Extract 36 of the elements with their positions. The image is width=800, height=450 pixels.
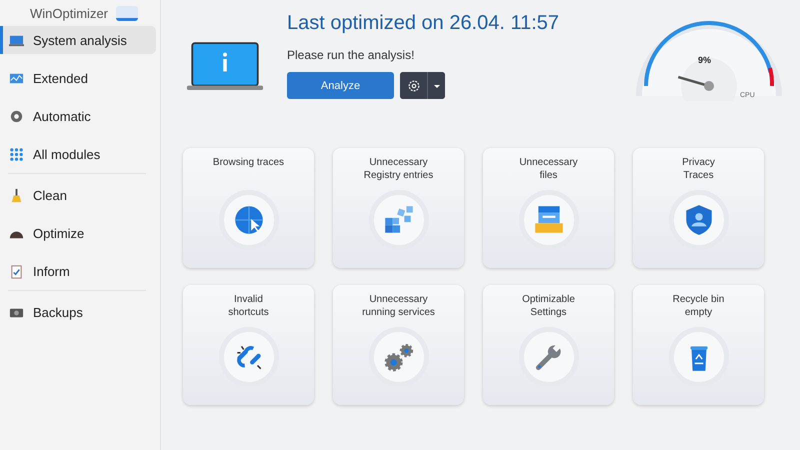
tile-title: Recycle bin empty <box>672 293 724 319</box>
gear-icon <box>9 108 24 124</box>
analyze-button[interactable]: Analyze <box>287 72 394 99</box>
tile-title: Browsing traces <box>212 156 284 170</box>
sidebar-item[interactable]: Extended <box>0 64 156 92</box>
sidebar-item[interactable]: Clean <box>0 181 156 209</box>
module-tile[interactable]: Unnecessary files <box>483 148 614 268</box>
sidebar-item[interactable]: Optimize <box>0 219 156 247</box>
cpu-reading: 9% <box>698 55 712 65</box>
settings-icon <box>406 78 420 92</box>
module-tile[interactable]: Invalid shortcuts <box>183 285 314 405</box>
last-optimized-title: Last optimized on 26.04. 11:57 <box>287 12 560 35</box>
sidebar-item[interactable]: Automatic <box>0 102 156 130</box>
tile-title: Unnecessary files <box>519 156 578 182</box>
grid-icon <box>9 146 24 162</box>
sidebar-item[interactable]: All modules <box>0 140 156 168</box>
module-tile[interactable]: Unnecessary running services <box>333 285 464 405</box>
tile-title: Privacy Traces <box>682 156 715 182</box>
sidebar-item[interactable]: Backups <box>0 298 156 326</box>
tile-title: Unnecessary running services <box>362 293 435 319</box>
module-tile[interactable]: Recycle bin empty <box>633 285 764 405</box>
tile-title: Unnecessary Registry entries <box>364 156 434 182</box>
tile-title: Invalid shortcuts <box>228 293 269 319</box>
module-tile[interactable]: Privacy Traces <box>633 148 764 268</box>
analysis-message: Please run the analysis! <box>287 48 416 62</box>
tile-title: Optimizable Settings <box>522 293 575 319</box>
sidebar-item[interactable]: System analysis <box>0 26 156 54</box>
brush-icon <box>9 188 24 202</box>
sidebar-item[interactable]: Inform <box>0 257 156 285</box>
settings-button[interactable] <box>400 72 428 99</box>
module-tile[interactable]: Browsing traces <box>183 148 314 268</box>
module-tile[interactable]: Optimizable Settings <box>483 285 614 405</box>
app-title: WinOptimizer <box>30 6 108 20</box>
module-tile[interactable]: Unnecessary Registry entries <box>333 148 464 268</box>
logo-icon <box>116 6 138 20</box>
clipboard-icon <box>9 264 24 278</box>
